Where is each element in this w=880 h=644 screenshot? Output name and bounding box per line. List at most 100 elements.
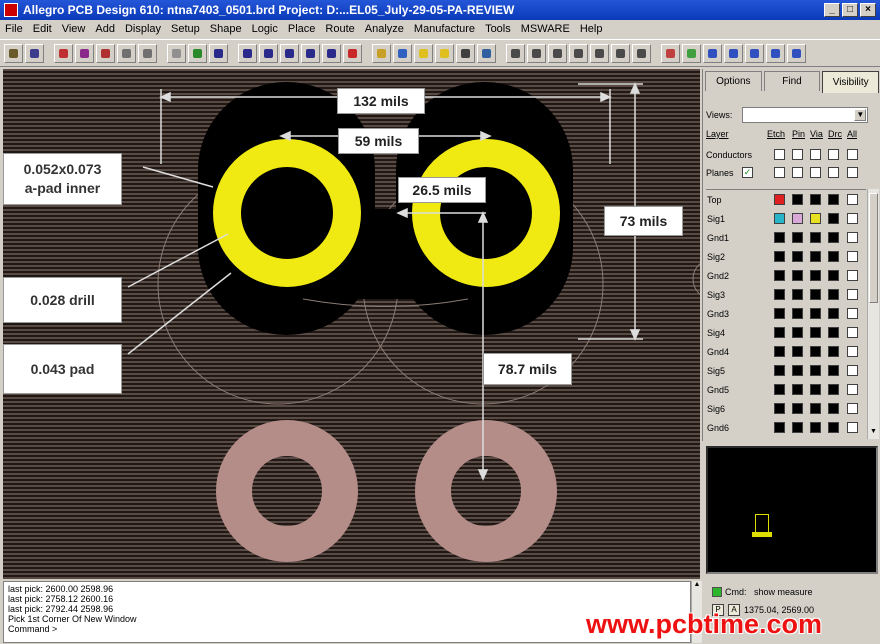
layer-all-checkbox[interactable]	[847, 308, 858, 319]
toolbar-tool-23-icon[interactable]	[506, 43, 525, 63]
layer-color-swatch[interactable]	[792, 384, 803, 395]
menu-display[interactable]: Display	[120, 23, 166, 35]
layer-all-checkbox[interactable]	[847, 327, 858, 338]
layer-all-checkbox[interactable]	[847, 346, 858, 357]
toolbar-tool-29-icon[interactable]	[632, 43, 651, 63]
layer-color-swatch[interactable]	[828, 194, 839, 205]
layer-color-swatch[interactable]	[828, 232, 839, 243]
layer-color-swatch[interactable]	[774, 365, 785, 376]
design-canvas[interactable]: 132 mils 59 mils 26.5 mils 73 mils 78.7 …	[3, 69, 700, 579]
layer-color-swatch[interactable]	[810, 422, 821, 433]
tab-find[interactable]: Find	[763, 71, 821, 91]
scroll-down-icon[interactable]: ▼	[869, 428, 878, 438]
layer-all-checkbox[interactable]	[847, 365, 858, 376]
toolbar-tool-19-icon[interactable]	[414, 43, 433, 63]
layer-all-checkbox[interactable]	[847, 289, 858, 300]
toolbar-tool-5-icon[interactable]	[96, 43, 115, 63]
layer-color-swatch[interactable]	[774, 308, 785, 319]
layer-color-swatch[interactable]	[792, 403, 803, 414]
chevron-down-icon[interactable]: ▼	[854, 109, 867, 121]
toolbar-tool-20-icon[interactable]	[435, 43, 454, 63]
layer-color-swatch[interactable]	[792, 270, 803, 281]
layer-color-swatch[interactable]	[774, 289, 785, 300]
menu-shape[interactable]: Shape	[205, 23, 247, 35]
toolbar-tool-26-icon[interactable]	[569, 43, 588, 63]
layer-color-swatch[interactable]	[774, 422, 785, 433]
toolbar-tool-11-icon[interactable]	[238, 43, 257, 63]
toolbar-tool-34-icon[interactable]	[745, 43, 764, 63]
toolbar-tool-13-icon[interactable]	[280, 43, 299, 63]
tab-visibility[interactable]: Visibility	[822, 71, 880, 93]
layer-color-swatch[interactable]	[810, 346, 821, 357]
layer-color-swatch[interactable]	[792, 422, 803, 433]
layer-color-swatch[interactable]	[774, 270, 785, 281]
toolbar-tool-35-icon[interactable]	[766, 43, 785, 63]
toolbar-tool-1-icon[interactable]	[4, 43, 23, 63]
layer-color-swatch[interactable]	[828, 422, 839, 433]
toolbar-tool-31-icon[interactable]	[682, 43, 701, 63]
toolbar-tool-15-icon[interactable]	[322, 43, 341, 63]
layer-color-swatch[interactable]	[810, 365, 821, 376]
layer-color-swatch[interactable]	[828, 384, 839, 395]
layer-color-swatch[interactable]	[774, 213, 785, 224]
layer-color-swatch[interactable]	[810, 194, 821, 205]
conductors-etch-checkbox[interactable]	[774, 149, 785, 160]
minimize-button[interactable]: _	[824, 3, 840, 17]
layer-color-swatch[interactable]	[810, 270, 821, 281]
toolbar-tool-36-icon[interactable]	[787, 43, 806, 63]
layer-all-checkbox[interactable]	[847, 194, 858, 205]
layer-color-swatch[interactable]	[810, 213, 821, 224]
menu-edit[interactable]: Edit	[28, 23, 57, 35]
layer-color-swatch[interactable]	[792, 346, 803, 357]
toolbar-tool-27-icon[interactable]	[590, 43, 609, 63]
menu-setup[interactable]: Setup	[166, 23, 205, 35]
maximize-button[interactable]: □	[842, 3, 858, 17]
toolbar-tool-14-icon[interactable]	[301, 43, 320, 63]
layer-color-swatch[interactable]	[792, 194, 803, 205]
toolbar-tool-21-icon[interactable]	[456, 43, 475, 63]
layer-color-swatch[interactable]	[810, 251, 821, 262]
layer-color-swatch[interactable]	[792, 289, 803, 300]
layer-color-swatch[interactable]	[792, 365, 803, 376]
toolbar-tool-6-icon[interactable]	[117, 43, 136, 63]
planes-via-checkbox[interactable]	[810, 167, 821, 178]
layer-color-swatch[interactable]	[792, 308, 803, 319]
layer-all-checkbox[interactable]	[847, 422, 858, 433]
toolbar-tool-3-icon[interactable]	[54, 43, 73, 63]
planes-all-checkbox[interactable]	[847, 167, 858, 178]
conductors-pin-checkbox[interactable]	[792, 149, 803, 160]
toolbar-tool-12-icon[interactable]	[259, 43, 278, 63]
layer-color-swatch[interactable]	[828, 346, 839, 357]
toolbar-tool-30-icon[interactable]	[661, 43, 680, 63]
layer-all-checkbox[interactable]	[847, 270, 858, 281]
layer-all-checkbox[interactable]	[847, 232, 858, 243]
tab-options[interactable]: Options	[705, 71, 762, 91]
layer-color-swatch[interactable]	[774, 403, 785, 414]
toolbar-tool-2-icon[interactable]	[25, 43, 44, 63]
layer-color-swatch[interactable]	[810, 403, 821, 414]
conductors-via-checkbox[interactable]	[810, 149, 821, 160]
menu-manufacture[interactable]: Manufacture	[409, 23, 480, 35]
layer-color-swatch[interactable]	[828, 213, 839, 224]
conductors-all-checkbox[interactable]	[847, 149, 858, 160]
menu-add[interactable]: Add	[90, 23, 120, 35]
close-button[interactable]: ×	[860, 3, 876, 17]
layer-color-swatch[interactable]	[810, 384, 821, 395]
layer-color-swatch[interactable]	[828, 365, 839, 376]
layer-color-swatch[interactable]	[774, 251, 785, 262]
toolbar-tool-7-icon[interactable]	[138, 43, 157, 63]
planes-pin-checkbox[interactable]	[792, 167, 803, 178]
layer-color-swatch[interactable]	[774, 346, 785, 357]
layer-all-checkbox[interactable]	[847, 251, 858, 262]
layer-color-swatch[interactable]	[774, 194, 785, 205]
menu-view[interactable]: View	[57, 23, 91, 35]
layer-all-checkbox[interactable]	[847, 403, 858, 414]
toolbar-tool-8-icon[interactable]	[167, 43, 186, 63]
menu-tools[interactable]: Tools	[480, 23, 516, 35]
layer-color-swatch[interactable]	[828, 327, 839, 338]
planes-checkbox[interactable]: ✓	[742, 167, 753, 178]
toolbar-tool-22-icon[interactable]	[477, 43, 496, 63]
layer-color-swatch[interactable]	[810, 327, 821, 338]
menu-logic[interactable]: Logic	[247, 23, 283, 35]
layer-all-checkbox[interactable]	[847, 384, 858, 395]
